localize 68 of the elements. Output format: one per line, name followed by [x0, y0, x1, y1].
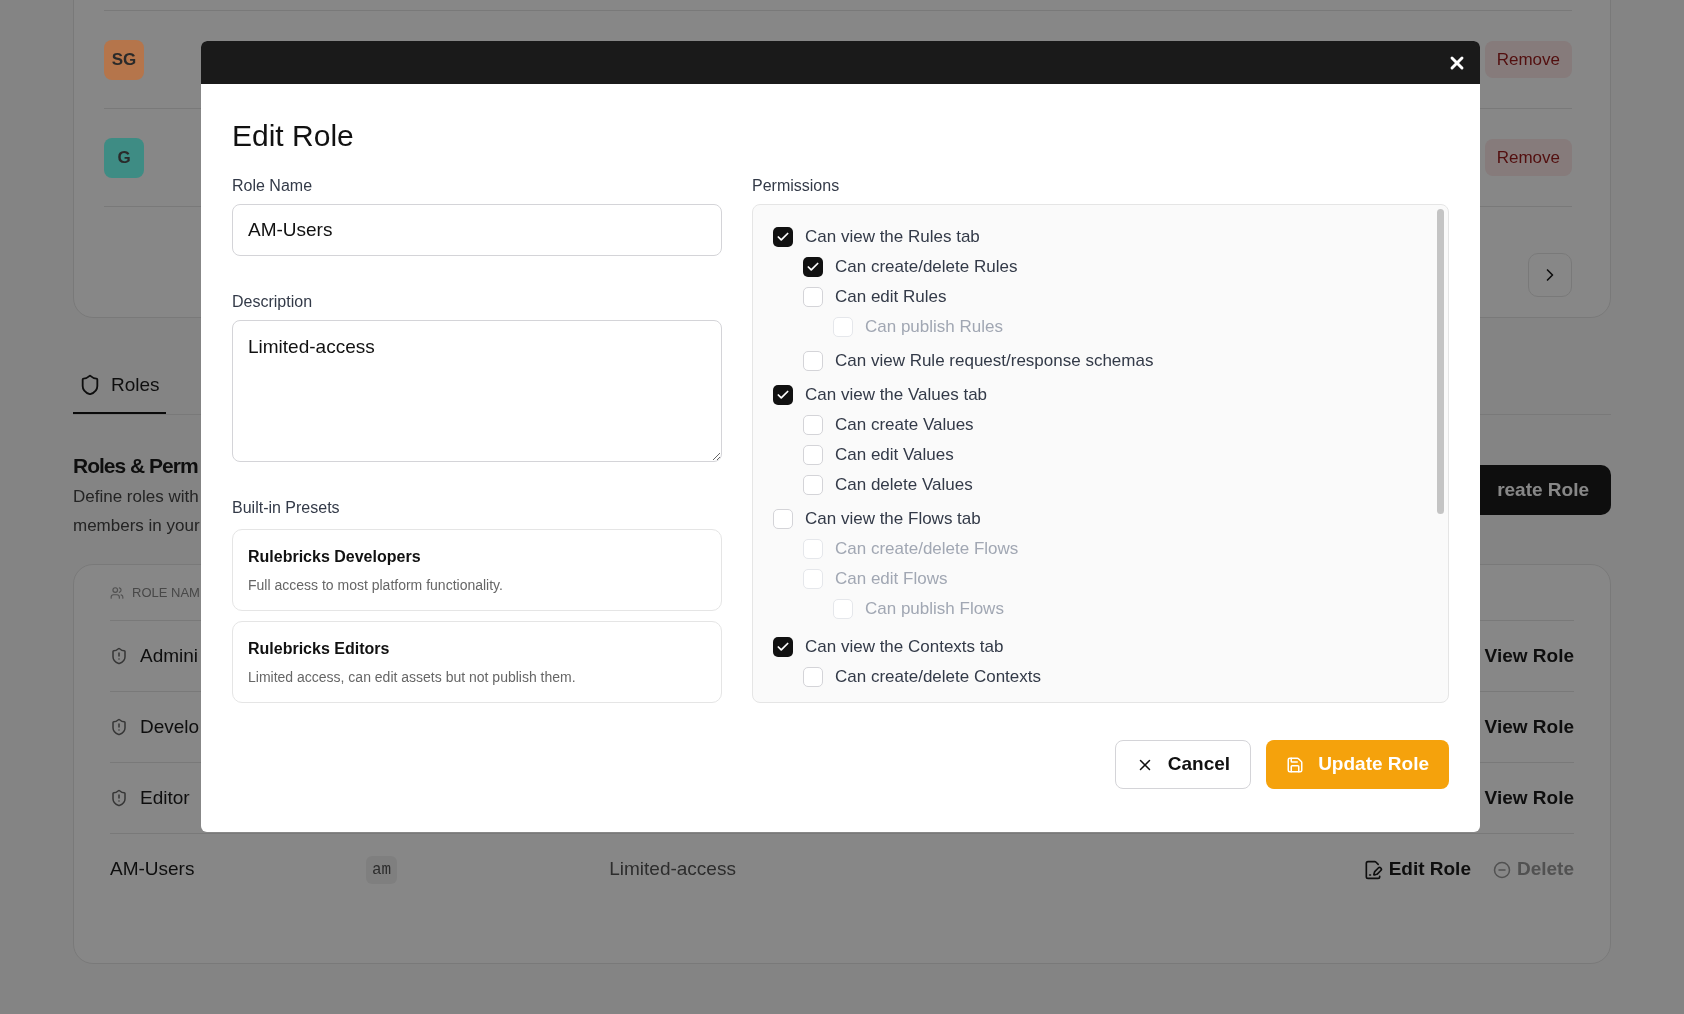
role-name: Develo [140, 714, 200, 739]
shield-icon [110, 718, 128, 736]
minus-circle-icon [1492, 860, 1511, 879]
save-icon [1286, 755, 1305, 774]
permission-label: Can edit Flows [835, 568, 948, 591]
checkbox[interactable] [803, 351, 823, 371]
description-field[interactable]: Limited-access [232, 320, 722, 462]
check-icon [776, 230, 790, 244]
permission-label: Can edit Values [835, 444, 954, 467]
view-role-link[interactable]: View Role [1484, 641, 1574, 671]
preset-card[interactable]: Rulebricks Editors Limited access, can edit assets but not publish them. [232, 621, 722, 703]
remove-button[interactable]: Remove [1484, 40, 1572, 79]
preset-card[interactable]: Rulebricks Developers Full access to most platform functionality. [232, 529, 722, 611]
view-role-link[interactable]: View Role [1484, 783, 1574, 813]
permission-label: Can create/delete Rules [835, 256, 1018, 279]
users-icon [110, 585, 124, 600]
permission-label: Can view Rule request/response schemas [835, 350, 1154, 373]
checkbox[interactable] [803, 257, 823, 277]
check-icon [776, 388, 790, 402]
field-label: Built-in Presets [232, 498, 341, 518]
checkbox[interactable] [803, 287, 823, 307]
permission-label: Can publish Rules [865, 316, 1003, 339]
scrollbar[interactable] [1437, 209, 1444, 514]
check-icon [806, 260, 820, 274]
checkbox[interactable] [803, 667, 823, 687]
section-title: Roles & Perm [73, 453, 199, 479]
permission-label: Can view the Rules tab [805, 226, 980, 249]
checkbox[interactable] [803, 475, 823, 495]
permission-label: Can view the Contexts tab [805, 636, 1004, 659]
role-name: AM-Users [110, 857, 196, 882]
role-name-field[interactable]: AM-Users [232, 204, 722, 256]
permission-label: Can delete Values [835, 474, 973, 497]
checkbox[interactable] [803, 415, 823, 435]
field-label: Description [232, 292, 314, 312]
check-icon [776, 640, 790, 654]
section-description: members in your [73, 515, 200, 537]
permission-label: Can create Values [835, 414, 974, 437]
remove-button[interactable]: Remove [1484, 138, 1572, 177]
permission-label: Can view the Flows tab [805, 508, 981, 531]
tab[interactable]: Roles [73, 358, 166, 414]
role-name: Admini [140, 643, 199, 668]
checkbox[interactable] [773, 227, 793, 247]
checkbox[interactable] [773, 385, 793, 405]
checkbox[interactable] [803, 445, 823, 465]
shield-icon [110, 789, 128, 807]
edit-role-link[interactable]: Edit Role [1362, 855, 1471, 884]
column-header: ROLE NAM [132, 583, 200, 602]
permission-label: Can publish Flows [865, 598, 1004, 621]
field-label: Role Name [232, 176, 314, 196]
permission-label: Can view the Values tab [805, 384, 988, 407]
permission-label: Can edit Rules [835, 286, 947, 309]
shield-icon [110, 647, 128, 665]
permission-label: Can create/delete Flows [835, 538, 1019, 561]
checkbox[interactable] [773, 637, 793, 657]
avatar: G [104, 137, 144, 178]
cancel-button[interactable]: Cancel [1114, 740, 1252, 789]
next-page-button[interactable] [1528, 253, 1572, 297]
permission-label: Can create/delete Contexts [835, 666, 1041, 689]
avatar: SG [104, 39, 144, 80]
role-name: Editor [140, 785, 190, 810]
dialog-title: Edit Role [232, 118, 355, 154]
role-description: Limited-access [609, 857, 736, 882]
checkbox[interactable] [773, 509, 793, 529]
field-label: Permissions [752, 176, 841, 196]
shield-icon [79, 374, 101, 396]
role-slug: am [366, 855, 398, 884]
view-role-link[interactable]: View Role [1484, 712, 1574, 742]
section-description: Define roles with [73, 486, 200, 508]
